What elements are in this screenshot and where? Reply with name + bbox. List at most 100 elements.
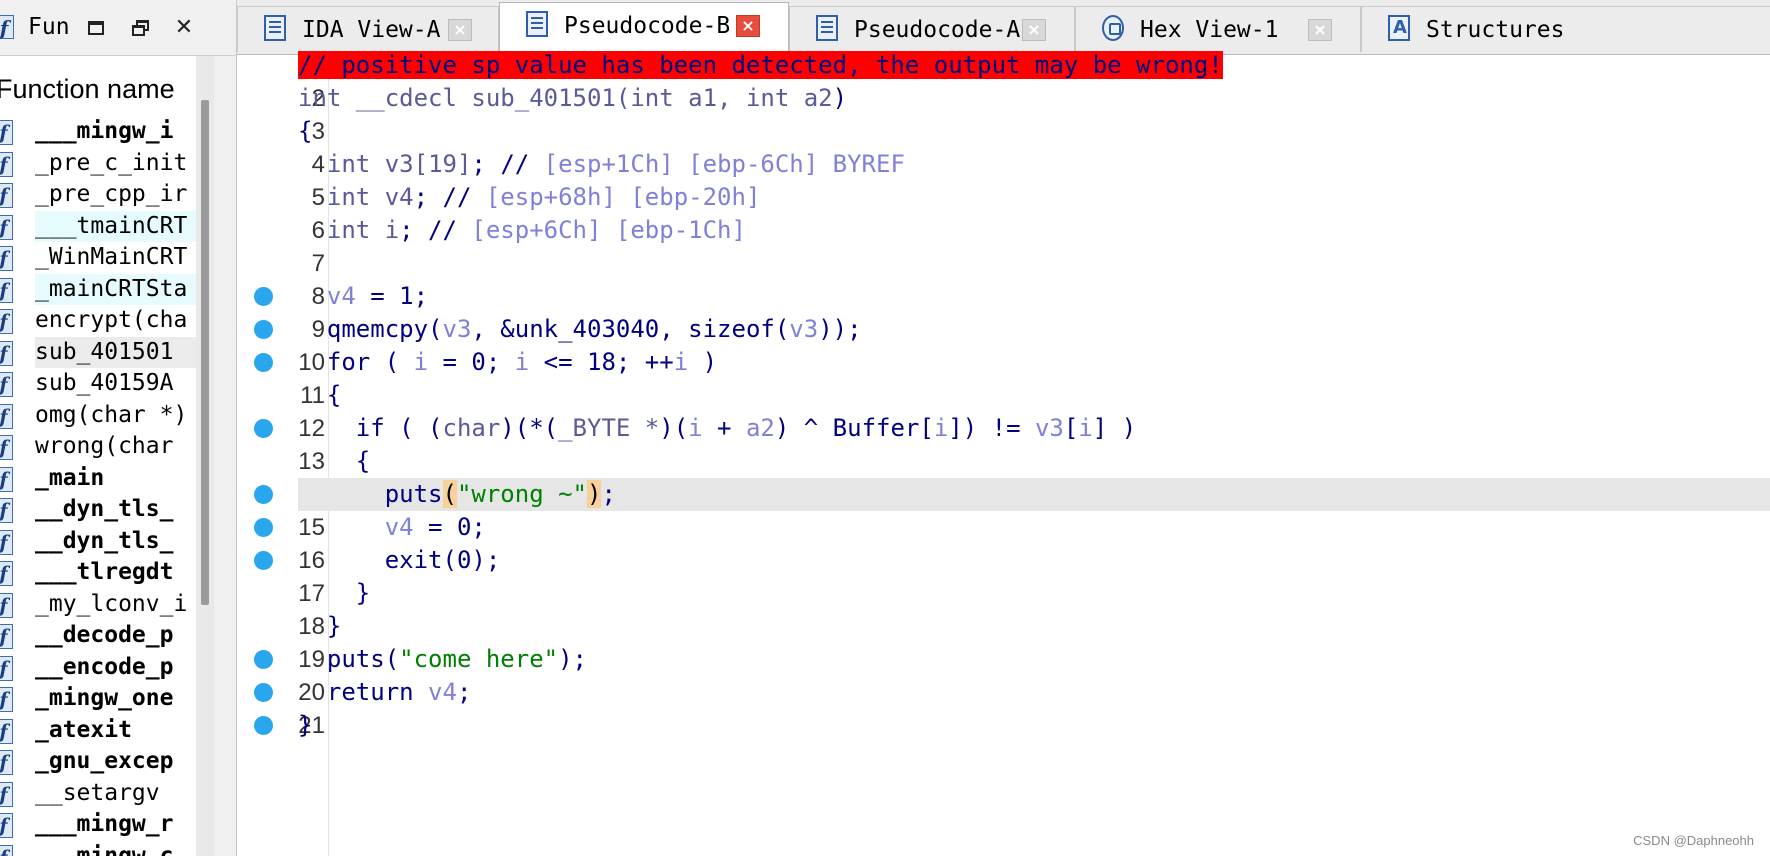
code-token: return <box>298 678 429 706</box>
function-icon: f <box>0 466 13 492</box>
function-list-item[interactable]: f _gnu_excep <box>0 746 214 778</box>
function-list-item[interactable]: f __setargv <box>0 778 214 810</box>
float-button[interactable] <box>128 14 156 42</box>
code-line[interactable]: 21} <box>237 709 1770 742</box>
code-token: = 0; <box>413 513 486 541</box>
code-token: { <box>298 117 313 145</box>
code-line[interactable]: 9 qmemcpy(v3, &unk_403040, sizeof(v3)); <box>237 313 1770 346</box>
function-list-item[interactable]: f ___mingw_r <box>0 809 214 841</box>
code-line[interactable]: 19 puts("come here"); <box>237 643 1770 676</box>
tab-pseudocode-a[interactable]: Pseudocode-A × <box>789 6 1075 52</box>
function-name: ___tlregdt <box>35 559 174 585</box>
function-list-item[interactable]: f _my_lconv_i <box>0 589 214 621</box>
tab-structures[interactable]: Structures <box>1361 6 1770 52</box>
function-list-item[interactable]: f encrypt(cha <box>0 305 214 337</box>
code-text: { <box>298 379 1770 412</box>
tab-close-button[interactable]: × <box>1308 19 1332 41</box>
maximize-button[interactable] <box>82 14 110 42</box>
function-list-item[interactable]: f sub_401501 <box>0 336 214 369</box>
function-list-item[interactable]: f _pre_cpp_ir <box>0 179 214 211</box>
functions-panel: f Fun ✕ Function name f ___mingw_i f _pre_c… <box>0 0 237 856</box>
function-icon: f <box>0 309 13 334</box>
maximize-icon <box>88 21 104 35</box>
function-list-item[interactable]: f _WinMainCRT <box>0 242 214 274</box>
code-line[interactable]: 16 exit(0); <box>237 544 1770 577</box>
function-name: _pre_cpp_ir <box>35 181 188 207</box>
code-token: } <box>298 579 371 607</box>
code-line[interactable]: 17 } <box>237 577 1770 610</box>
code-line[interactable]: 20 return v4; <box>237 676 1770 709</box>
code-line[interactable]: 8 v4 = 1; <box>237 280 1770 313</box>
watermark: CSDN @Daphneohh <box>1633 833 1754 848</box>
code-line[interactable]: 14 puts("wrong ~"); <box>237 478 1770 511</box>
code-token: "come here" <box>399 645 559 673</box>
code-line[interactable]: 13 { <box>237 445 1770 478</box>
code-line[interactable]: 18 } <box>237 610 1770 643</box>
function-list-scrollbar[interactable] <box>196 56 214 856</box>
code-line[interactable]: 4 int v3[19]; // [esp+1Ch] [ebp-6Ch] BYR… <box>237 148 1770 181</box>
tab-close-button[interactable]: × <box>736 15 760 37</box>
code-token: ) <box>688 348 718 376</box>
tab-close-button[interactable]: × <box>1022 19 1046 41</box>
function-name: ___tmainCRT <box>35 210 197 242</box>
code-text: } <box>298 709 1770 742</box>
code-line[interactable]: 2 int __cdecl sub_401501(int a1, int a2) <box>237 82 1770 115</box>
code-line[interactable]: 6 int i; // [esp+6Ch] [ebp-1Ch] <box>237 214 1770 247</box>
code-token: ; // <box>471 150 544 178</box>
code-token: ] ) <box>1092 414 1137 442</box>
tab-close-button[interactable]: × <box>448 19 472 41</box>
code-token: , &unk_403040, sizeof( <box>471 315 790 343</box>
function-list-item[interactable]: f omg(char *) <box>0 400 214 432</box>
function-list: f ___mingw_i f _pre_c_init f _pre_cpp_ir f ___t… <box>0 116 214 856</box>
tab-label: Hex View-1 <box>1140 17 1279 43</box>
function-list-item[interactable]: f __encode_p <box>0 652 214 684</box>
function-name-column-header[interactable]: Function name <box>0 74 175 105</box>
code-line[interactable]: 12 if ( (char)(*(_BYTE *)(i + a2) ^ Buff… <box>237 412 1770 445</box>
function-list-item[interactable]: f sub_40159A <box>0 368 214 400</box>
code-token: ) <box>832 84 848 112</box>
pseudocode-view[interactable]: 1// positive sp value has been detected,… <box>237 51 1770 856</box>
function-name: _pre_c_init <box>35 149 188 176</box>
code-token: [esp+1Ch] [ebp-6Ch] BYREF <box>543 150 905 178</box>
function-list-item[interactable]: f ___mingw_i <box>0 116 214 148</box>
code-line[interactable]: 3{ <box>237 115 1770 148</box>
function-list-item[interactable]: f ___mingw_c <box>0 841 214 856</box>
function-icon: f <box>0 120 13 145</box>
tab-hex-view-1[interactable]: Hex View-1 × <box>1075 6 1361 52</box>
code-text: } <box>298 577 1770 610</box>
function-list-item[interactable]: f _main <box>0 463 214 495</box>
scrollbar-thumb[interactable] <box>201 100 209 605</box>
code-token: int i <box>326 216 400 244</box>
code-line[interactable]: 7 <box>237 247 1770 280</box>
code-token: puts( <box>298 645 400 673</box>
function-list-item[interactable]: f __dyn_tls_ <box>0 526 214 558</box>
function-list-item[interactable]: f ___tmainCRT <box>0 210 214 243</box>
function-list-item[interactable]: f __dyn_tls_ <box>0 494 214 526</box>
function-name: _my_lconv_i <box>35 590 188 617</box>
code-text: qmemcpy(v3, &unk_403040, sizeof(v3)); <box>298 313 1770 346</box>
function-list-item[interactable]: f _atexit <box>0 715 214 747</box>
code-line[interactable]: 15 v4 = 0; <box>237 511 1770 544</box>
function-list-item[interactable]: f wrong(char <box>0 431 214 463</box>
code-token: exit(0); <box>298 546 501 574</box>
code-line[interactable]: 1// positive sp value has been detected,… <box>237 49 1770 82</box>
function-list-item[interactable]: f ___tlregdt <box>0 557 214 589</box>
tab-ida-view-a[interactable]: IDA View-A × <box>237 6 499 52</box>
close-panel-button[interactable]: ✕ <box>170 14 198 42</box>
tab-label: IDA View-A <box>302 17 441 43</box>
function-list-item[interactable]: f _pre_c_init <box>0 148 214 180</box>
tab-pseudocode-b[interactable]: Pseudocode-B × <box>499 2 789 54</box>
code-line[interactable]: 5 int v4; // [esp+68h] [ebp-20h] <box>237 181 1770 214</box>
function-list-item[interactable]: f _mingw_one <box>0 683 214 715</box>
function-icon: f <box>0 750 13 775</box>
code-token: { <box>298 447 371 475</box>
function-name: __encode_p <box>35 653 174 680</box>
function-list-item[interactable]: f _mainCRTSta <box>0 273 214 306</box>
function-list-item[interactable]: f __decode_p <box>0 620 214 652</box>
code-text: for ( i = 0; i <= 18; ++i ) <box>298 346 1770 379</box>
function-icon: f <box>0 372 13 397</box>
code-line[interactable]: 10 for ( i = 0; i <= 18; ++i ) <box>237 346 1770 379</box>
code-line[interactable]: 11 { <box>237 379 1770 412</box>
